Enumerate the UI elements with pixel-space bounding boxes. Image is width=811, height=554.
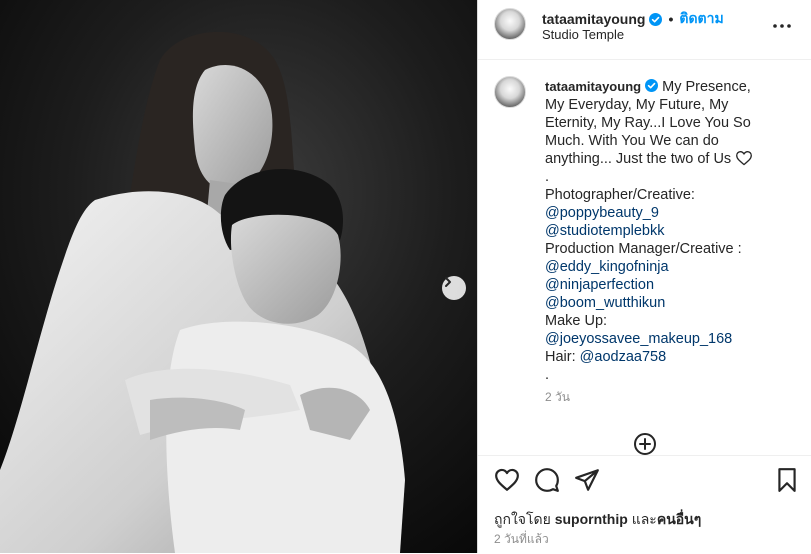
more-options-button[interactable]	[770, 14, 794, 38]
post-image[interactable]	[0, 0, 477, 553]
location-link[interactable]: Studio Temple	[542, 27, 624, 42]
post-actions: ถูกใจโดย supornthip และคนอื่นๆ 2 วันที่แ…	[478, 455, 811, 554]
post-date[interactable]: 2 วันที่แล้ว	[494, 530, 549, 549]
heart-emoji-icon	[736, 151, 753, 166]
verified-badge-icon	[649, 12, 663, 26]
bookmark-icon[interactable]	[774, 467, 800, 493]
heart-icon[interactable]	[494, 467, 520, 493]
next-image-button[interactable]	[442, 276, 466, 300]
verified-badge-icon	[645, 79, 659, 92]
chevron-right-icon	[445, 277, 451, 287]
follow-button[interactable]: ติดตาม	[679, 8, 723, 30]
caption-line: Production Manager/Creative :	[545, 241, 742, 257]
header-username[interactable]: tataamitayoung	[542, 11, 645, 27]
likes-middle: และ	[631, 511, 657, 527]
mention-link[interactable]: @ninjaperfection	[545, 276, 785, 294]
mention-link[interactable]: @studiotemplebkk	[545, 222, 785, 240]
caption-avatar[interactable]	[494, 76, 526, 108]
photo-illustration	[0, 0, 477, 553]
caption-line: My Everyday, My Future, My	[545, 97, 729, 113]
more-options-icon	[773, 24, 791, 28]
likes-summary: ถูกใจโดย supornthip และคนอื่นๆ	[494, 509, 701, 531]
separator-dot: •	[668, 11, 674, 27]
comment-icon[interactable]	[534, 467, 560, 493]
caption-line: Eternity, My Ray...I Love You So	[545, 115, 751, 131]
caption-line: anything... Just the two of Us	[545, 151, 732, 167]
caption-line: .	[545, 169, 550, 185]
caption-line: My Presence,	[662, 79, 751, 95]
plus-circle-icon[interactable]	[633, 432, 657, 455]
caption-username[interactable]: tataamitayoung	[545, 79, 641, 94]
likes-prefix: ถูกใจโดย	[494, 511, 551, 527]
avatar[interactable]	[494, 8, 526, 40]
caption-line: .	[545, 367, 550, 383]
paper-plane-icon[interactable]	[574, 467, 600, 493]
caption-line: Much. With You We can do	[545, 133, 719, 149]
mention-link[interactable]: @eddy_kingofninja	[545, 258, 785, 276]
mention-link[interactable]: @joeyossavee_makeup_168	[545, 330, 785, 348]
liker-username[interactable]: supornthip	[555, 511, 628, 527]
mention-link[interactable]: @boom_wutthikun	[545, 294, 785, 312]
caption-timestamp[interactable]: 2 วัน	[545, 388, 785, 406]
caption-line: Hair:	[545, 349, 576, 365]
caption-line: Photographer/Creative:	[545, 187, 695, 203]
post-side-panel: tataamitayoung • ติดตาม Studio Temple ta…	[477, 0, 811, 553]
caption-line: Make Up:	[545, 313, 608, 329]
mention-link[interactable]: @poppybeauty_9	[545, 204, 785, 222]
likes-others[interactable]: คนอื่นๆ	[657, 511, 701, 527]
post-header: tataamitayoung • ติดตาม Studio Temple	[478, 0, 811, 60]
caption-text: tataamitayoung My Presence, My Everyday,…	[545, 78, 785, 406]
comments-area: tataamitayoung My Presence, My Everyday,…	[478, 60, 811, 455]
mention-link[interactable]: @aodzaa758	[580, 349, 666, 365]
